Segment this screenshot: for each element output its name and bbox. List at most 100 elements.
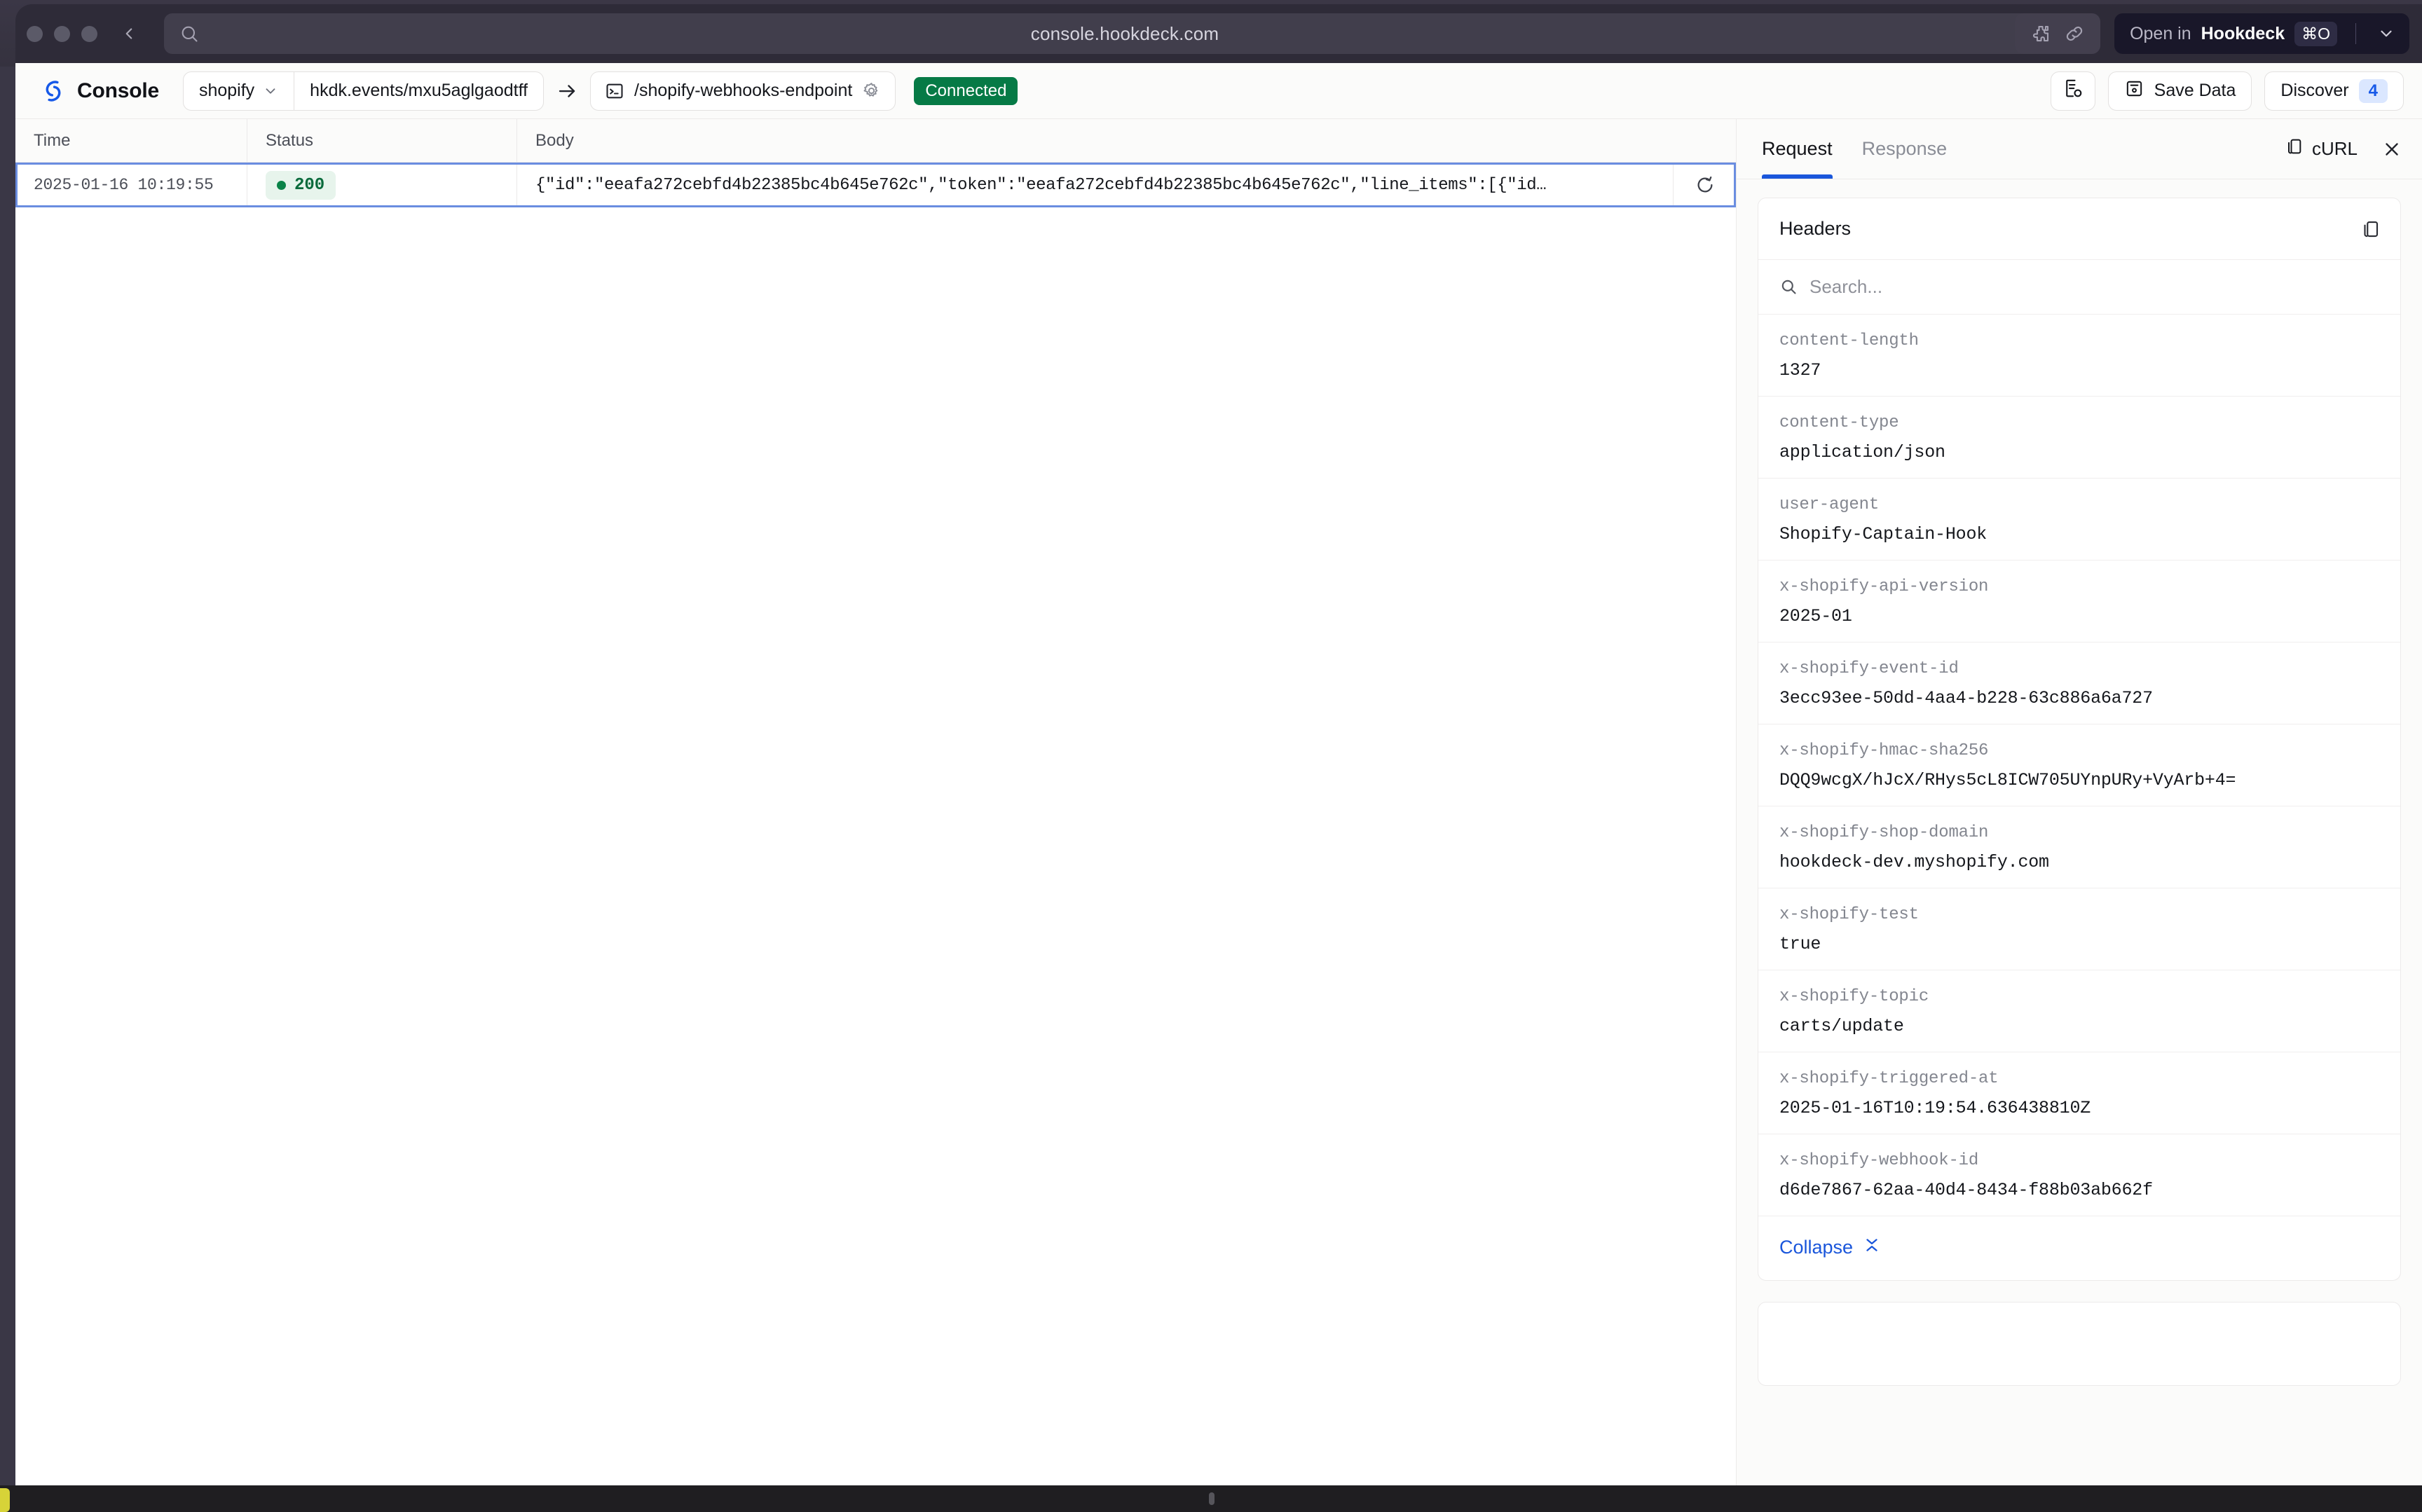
header-item: x-shopify-hmac-sha256 DQQ9wcgX/hJcX/RHys5…	[1758, 724, 2400, 806]
open-in-hookdeck-button[interactable]: Open in Hookdeck ⌘O	[2114, 13, 2409, 54]
headers-title: Headers	[1779, 218, 1852, 239]
body-card	[1758, 1302, 2401, 1386]
header-item: x-shopify-api-version 2025-01	[1758, 561, 2400, 642]
headers-card: Headers content-length 1327 content-type	[1758, 198, 2401, 1281]
minimize-window-button[interactable]	[54, 25, 70, 42]
header-key: user-agent	[1779, 495, 1880, 514]
window-traffic-lights[interactable]	[27, 25, 97, 42]
resize-handle[interactable]	[1209, 1492, 1215, 1505]
discover-button[interactable]: Discover 4	[2264, 71, 2404, 111]
retry-icon[interactable]	[1673, 165, 1736, 205]
status-dot-icon	[277, 180, 286, 190]
arrow-right-icon	[556, 81, 577, 102]
event-url[interactable]: hkdk.events/mxu5aglgaodtff	[294, 71, 543, 110]
tab-response[interactable]: Response	[1862, 119, 1948, 179]
column-header-time[interactable]: Time	[15, 119, 247, 162]
column-header-body[interactable]: Body	[516, 119, 1736, 162]
table-row[interactable]: 2025-01-16 10:19:55 200 {"id":"eeafa272c…	[15, 163, 1736, 207]
status-code: 200	[294, 175, 325, 195]
collapse-row: Collapse	[1758, 1216, 2400, 1280]
details-tabs: Request Response cURL	[1737, 119, 2422, 179]
header-key: x-shopify-shop-domain	[1779, 823, 1989, 842]
chevron-down-icon[interactable]	[2370, 25, 2402, 43]
edge-indicator	[0, 1488, 10, 1512]
copy-icon[interactable]	[2360, 219, 2381, 240]
curl-label: cURL	[2311, 138, 2358, 159]
header-key: x-shopify-api-version	[1779, 577, 1989, 596]
save-data-label: Save Data	[2154, 81, 2236, 100]
header-item: x-shopify-triggered-at 2025-01-16T10:19:5…	[1758, 1052, 2400, 1134]
header-item: x-shopify-shop-domain hookdeck-dev.myshop…	[1758, 806, 2400, 888]
cell-status: 200	[247, 165, 516, 205]
header-item: x-shopify-test true	[1758, 888, 2400, 970]
details-scroll-area[interactable]: Headers content-length 1327 content-type	[1737, 179, 2422, 1485]
file-export-icon	[2062, 78, 2084, 104]
header-item: x-shopify-topic carts/update	[1758, 970, 2400, 1052]
header-item: content-type application/json	[1758, 397, 2400, 479]
header-value: DQQ9wcgX/hJcX/RHys5cL8ICW705UYnpURy+VyAr…	[1779, 770, 2236, 790]
header-value: d6de7867-62aa-40d4-8434-f88b03ab662f	[1779, 1180, 2153, 1200]
source-selector[interactable]: shopify	[184, 72, 294, 110]
puzzle-icon[interactable]	[2030, 23, 2051, 44]
collapse-label: Collapse	[1779, 1237, 1854, 1258]
header-value: Shopify-Captain-Hook	[1779, 524, 1987, 544]
divider	[2355, 23, 2356, 44]
status-badge: 200	[266, 170, 336, 200]
copy-curl-button[interactable]: cURL	[2284, 137, 2358, 161]
close-window-button[interactable]	[27, 25, 43, 42]
event-url-text: hkdk.events/mxu5aglgaodtff	[310, 81, 528, 100]
header-key: x-shopify-webhook-id	[1779, 1151, 1979, 1170]
address-bar[interactable]: console.hookdeck.com	[164, 13, 2086, 54]
source-endpoint-group: shopify hkdk.events/mxu5aglgaodtff	[182, 71, 545, 111]
export-data-button[interactable]	[2050, 71, 2095, 111]
search-icon	[1779, 277, 1798, 296]
details-panel: Request Response cURL Headers Search... …	[1736, 119, 2422, 1485]
hookdeck-logo-icon	[39, 77, 67, 105]
header-item: x-shopify-webhook-id d6de7867-62aa-40d4-8…	[1758, 1134, 2400, 1216]
main-area: Time Status Body 2025-01-16 10:19:55 200…	[15, 119, 2422, 1485]
tab-request[interactable]: Request	[1762, 119, 1833, 179]
chevron-down-icon[interactable]	[263, 83, 278, 99]
header-value: 2025-01	[1779, 606, 1852, 626]
brand: Console	[39, 77, 159, 105]
link-icon[interactable]	[2064, 23, 2085, 44]
copy-icon	[2284, 137, 2304, 161]
app-window: console.hookdeck.com Open in Hookdeck ⌘O	[0, 0, 2422, 1512]
table-header-row: Time Status Body	[15, 119, 1736, 163]
bottom-bar	[0, 1485, 2422, 1512]
header-value: 3ecc93ee-50dd-4aa4-b228-63c886a6a727	[1779, 688, 2153, 708]
close-icon[interactable]	[2381, 139, 2402, 160]
column-header-status[interactable]: Status	[247, 119, 516, 162]
headers-list: content-length 1327 content-type applicatio…	[1758, 315, 2400, 1216]
endpoint-selector[interactable]: /shopify-webhooks-endpoint	[590, 71, 896, 111]
header-key: content-length	[1779, 331, 1919, 350]
status-badge: Connected	[914, 76, 1018, 105]
header-key: x-shopify-hmac-sha256	[1779, 741, 1989, 760]
header-key: x-shopify-test	[1779, 905, 1919, 924]
discover-count-badge: 4	[2358, 78, 2388, 103]
headers-search-input[interactable]	[1809, 276, 2379, 298]
header-value: hookdeck-dev.myshopify.com	[1779, 852, 2049, 872]
page-content: Console shopify hkdk.events/mxu5aglgaodt…	[15, 63, 2422, 1485]
app-header: Console shopify hkdk.events/mxu5aglgaodt…	[15, 63, 2422, 119]
back-icon[interactable]	[117, 22, 141, 46]
source-name: shopify	[198, 81, 255, 100]
save-data-button[interactable]: Save Data	[2107, 71, 2252, 111]
terminal-icon	[605, 81, 624, 101]
maximize-window-button[interactable]	[81, 25, 97, 42]
header-value: carts/update	[1779, 1016, 1904, 1036]
app-title: Console	[77, 78, 159, 102]
headers-search-row[interactable]	[1758, 260, 2400, 315]
open-in-hookdeck-app: Hookdeck	[2201, 23, 2285, 43]
header-key: content-type	[1779, 413, 1899, 432]
collapse-button[interactable]: Collapse	[1779, 1236, 1881, 1259]
header-value: application/json	[1779, 442, 1945, 462]
gear-icon[interactable]	[862, 81, 881, 100]
save-icon	[2124, 78, 2144, 104]
header-item: content-length 1327	[1758, 315, 2400, 397]
open-in-hookdeck-shortcut: ⌘O	[2294, 21, 2337, 46]
header-item: x-shopify-event-id 3ecc93ee-50dd-4aa4-b22…	[1758, 642, 2400, 724]
cell-body: {"id":"eeafa272cebfd4b22385bc4b645e762c"…	[516, 165, 1673, 205]
browser-chrome-inner: console.hookdeck.com Open in Hookdeck ⌘O	[15, 4, 2422, 63]
events-table: Time Status Body 2025-01-16 10:19:55 200…	[15, 119, 1736, 1485]
